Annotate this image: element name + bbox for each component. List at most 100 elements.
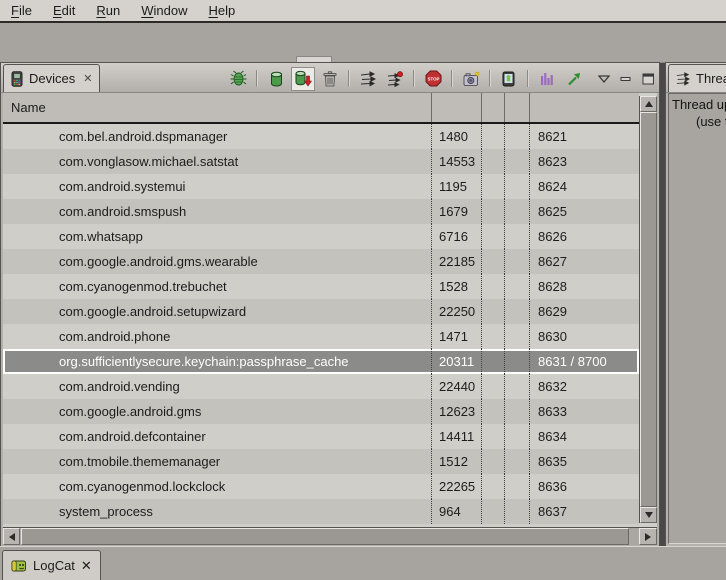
logcat-icon	[11, 559, 27, 573]
update-heap-icon[interactable]	[264, 67, 288, 91]
svg-text:STOP: STOP	[427, 76, 439, 81]
phone-icon	[11, 71, 23, 87]
heap-indicator-cell	[481, 149, 504, 174]
tab-logcat[interactable]: LogCat ✕	[2, 550, 101, 580]
process-pid: 1471	[431, 324, 481, 349]
dump-hprof-icon[interactable]	[291, 67, 315, 91]
table-row[interactable]: com.tmobile.thememanager 1512 8635	[3, 449, 639, 474]
process-pid: 1528	[431, 274, 481, 299]
column-header-pid[interactable]	[431, 93, 481, 122]
process-name: com.cyanogenmod.lockclock	[3, 474, 431, 499]
scroll-down-button[interactable]	[640, 507, 657, 523]
table-row[interactable]: system_process 964 8637	[3, 499, 639, 524]
tab-devices[interactable]: Devices ✕	[3, 64, 100, 92]
process-name: com.vonglasow.michael.satstat	[3, 149, 431, 174]
thread-indicator-cell	[504, 174, 529, 199]
table-row[interactable]: com.vonglasow.michael.satstat 14553 8623	[3, 149, 639, 174]
horizontal-scrollbar[interactable]	[3, 527, 657, 545]
process-pid: 22265	[431, 474, 481, 499]
table-row[interactable]: com.google.android.gms.wearable 22185 86…	[3, 249, 639, 274]
screen-capture-icon[interactable]	[459, 67, 483, 91]
tab-threads[interactable]: Threads	[668, 64, 726, 92]
process-pid: 1195	[431, 174, 481, 199]
threads-content: Thread updates not enabled for selected …	[668, 93, 726, 544]
systrace-icon[interactable]	[535, 67, 559, 91]
column-header-heap[interactable]	[481, 93, 504, 122]
menu-item[interactable]: Window	[132, 1, 196, 20]
thread-indicator-cell	[504, 124, 529, 149]
thread-indicator-cell	[504, 149, 529, 174]
table-row[interactable]: com.android.vending 22440 8632	[3, 374, 639, 399]
scroll-right-button[interactable]	[639, 528, 657, 545]
table-row[interactable]: org.sufficientlysecure.keychain:passphra…	[3, 349, 639, 374]
threads-icon	[676, 72, 690, 86]
table-row[interactable]: com.android.smspush 1679 8625	[3, 199, 639, 224]
toolbar-separator	[527, 70, 529, 87]
column-header-port[interactable]	[529, 93, 639, 122]
bottom-tab-bar: LogCat ✕	[0, 546, 726, 577]
heap-indicator-cell	[481, 424, 504, 449]
menu-item[interactable]: Help	[199, 1, 244, 20]
toolbar-separator	[413, 70, 415, 87]
toolbar-sash-handle[interactable]	[296, 56, 332, 62]
vertical-scrollbar-thumb[interactable]	[640, 112, 657, 507]
process-pid: 1512	[431, 449, 481, 474]
devices-tabbar: Devices ✕	[1, 63, 659, 93]
table-row[interactable]: com.cyanogenmod.lockclock 22265 8636	[3, 474, 639, 499]
table-row[interactable]: com.android.systemui 1195 8624	[3, 174, 639, 199]
process-port: 8629	[529, 299, 639, 324]
menu-item[interactable]: File	[2, 1, 41, 20]
heap-indicator-cell	[481, 299, 504, 324]
vertical-scrollbar[interactable]	[639, 96, 657, 523]
minimize-icon[interactable]	[620, 73, 632, 85]
process-port: 8634	[529, 424, 639, 449]
devices-toolbar: STOP	[226, 66, 655, 91]
process-name: com.android.vending	[3, 374, 431, 399]
tab-threads-label: Threads	[696, 71, 726, 86]
toolbar-separator	[348, 70, 350, 87]
view-sash[interactable]	[660, 63, 665, 546]
column-header-threads[interactable]	[504, 93, 529, 122]
scroll-up-button[interactable]	[640, 96, 657, 112]
debug-icon[interactable]	[226, 67, 250, 91]
threads-message-line2: (use toolbar button to enable)	[696, 114, 726, 129]
devices-view: Devices ✕	[1, 63, 659, 546]
table-row[interactable]: com.google.android.setupwizard 22250 862…	[3, 299, 639, 324]
process-name: com.android.systemui	[3, 174, 431, 199]
scroll-left-button[interactable]	[3, 528, 20, 545]
process-pid: 20311	[431, 349, 481, 374]
thread-indicator-cell	[504, 274, 529, 299]
process-name: com.android.defcontainer	[3, 424, 431, 449]
table-row[interactable]: com.android.defcontainer 14411 8634	[3, 424, 639, 449]
thread-indicator-cell	[504, 324, 529, 349]
table-row[interactable]: com.bel.android.dspmanager 1480 8621	[3, 124, 639, 149]
device-screen-icon[interactable]	[497, 67, 521, 91]
horizontal-scrollbar-thumb[interactable]	[21, 528, 629, 545]
thread-indicator-cell	[504, 499, 529, 524]
start-method-profiling-icon[interactable]	[383, 67, 407, 91]
close-icon[interactable]: ✕	[83, 72, 92, 85]
table-row[interactable]: com.cyanogenmod.trebuchet 1528 8628	[3, 274, 639, 299]
process-list: com.bel.android.dspmanager 1480 8621 com…	[3, 124, 639, 524]
maximize-icon[interactable]	[642, 73, 655, 85]
menu-item[interactable]: Edit	[44, 1, 84, 20]
opengl-trace-icon[interactable]	[562, 67, 586, 91]
table-row[interactable]: com.whatsapp 6716 8626	[3, 224, 639, 249]
thread-indicator-cell	[504, 374, 529, 399]
view-menu-icon[interactable]	[598, 75, 610, 83]
process-name: com.android.smspush	[3, 199, 431, 224]
update-threads-icon[interactable]	[356, 67, 380, 91]
cause-gc-icon[interactable]	[318, 67, 342, 91]
toolbar-separator	[256, 70, 258, 87]
table-row[interactable]: com.android.phone 1471 8630	[3, 324, 639, 349]
column-header-name[interactable]: Name	[3, 93, 431, 122]
heap-indicator-cell	[481, 499, 504, 524]
stop-process-icon[interactable]: STOP	[421, 67, 445, 91]
process-port: 8635	[529, 449, 639, 474]
table-row[interactable]: com.google.android.gms 12623 8633	[3, 399, 639, 424]
thread-indicator-cell	[504, 399, 529, 424]
heap-indicator-cell	[481, 249, 504, 274]
thread-indicator-cell	[504, 224, 529, 249]
menu-item[interactable]: Run	[87, 1, 129, 20]
close-icon[interactable]: ✕	[81, 558, 92, 574]
